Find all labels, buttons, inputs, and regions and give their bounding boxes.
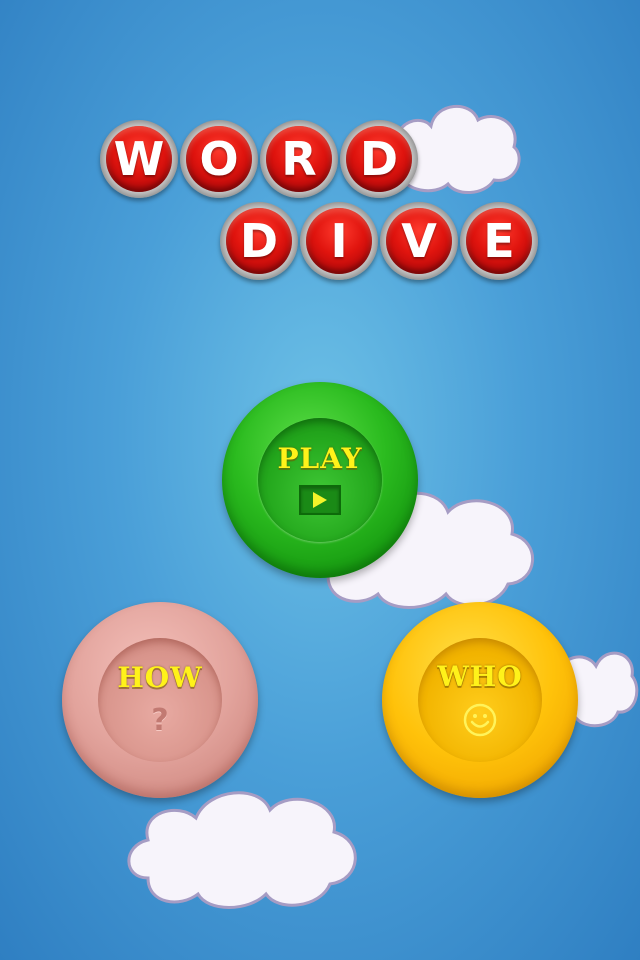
title-letter-ball: D [220,202,298,280]
play-triangle-icon [299,485,341,515]
who-button-face[interactable]: WHO [418,638,542,762]
title-letter-ball: R [260,120,338,198]
title-letter: R [281,132,317,186]
how-button-face[interactable]: HOW ? [98,638,222,762]
title-letter-ball: V [380,202,458,280]
smiley-face-icon [463,703,497,737]
title-letter-ball: E [460,202,538,280]
title-letter: D [239,214,279,268]
play-button[interactable]: PLAY [222,382,418,578]
title-letter: W [113,132,165,186]
who-button[interactable]: WHO [382,602,578,798]
title-dive: D I V E [220,202,538,280]
play-button-face[interactable]: PLAY [258,418,382,542]
title-letter-ball: W [100,120,178,198]
title-word: W O R D [100,120,418,198]
how-button[interactable]: HOW ? [62,602,258,798]
question-mark-icon: ? [151,703,169,738]
title-letter-ball: D [340,120,418,198]
title-letter-ball: I [300,202,378,280]
play-button-label: PLAY [277,442,363,475]
title-letter: O [199,132,239,186]
who-button-label: WHO [437,660,523,693]
title-letter: I [330,214,348,268]
how-button-label: HOW [117,661,203,694]
title-letter-ball: O [180,120,258,198]
title-letter: D [359,132,399,186]
title-letter: E [483,214,515,268]
title-letter: V [401,214,437,268]
